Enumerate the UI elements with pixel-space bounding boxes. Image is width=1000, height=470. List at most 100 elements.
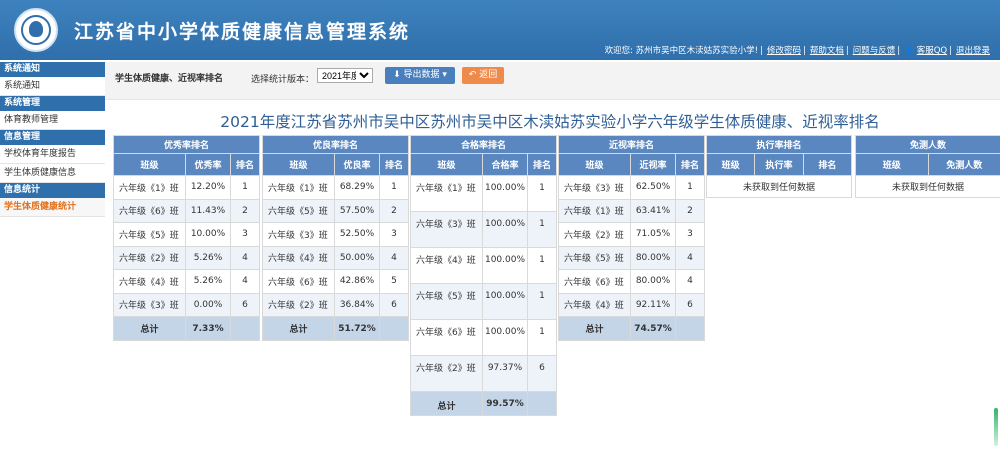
table-cell: 71.05% [630,222,676,247]
sidebar-item-teachers[interactable]: 体育教师管理 [0,111,105,130]
sidebar-item-health-info[interactable]: 学生体质健康信息 [0,164,105,183]
column-header: 班级 [855,153,929,176]
table-title: 优秀率排名 [112,135,261,154]
table-cell: 100.00% [482,211,528,248]
export-button[interactable]: ⬇ 导出数据 ▾ [385,67,455,84]
empty-row: 未获取到任何数据 [855,175,1000,198]
logout-link[interactable]: 退出登录 [956,46,990,56]
table-cell: 92.11% [630,292,676,317]
column-header: 近视率 [630,153,676,176]
sidebar-section-info[interactable]: 信息管理 [0,130,105,145]
change-password-link[interactable]: 修改密码 [767,46,801,56]
table-title: 执行率排名 [706,135,852,154]
table-cell: 12.20% [185,175,231,200]
table-cell: 六年级《1》班 [113,175,186,200]
help-doc-link[interactable]: 帮助文档 [810,46,844,56]
table-cell: 六年级《4》班 [262,245,335,270]
version-label: 选择统计版本： [251,75,315,85]
table-cell: 六年级《3》班 [558,175,631,200]
table-cell: 六年级《5》班 [558,245,631,270]
table-row: 六年级《2》班 71.05% 3 [558,222,706,247]
table-cell: 50.00% [334,245,380,270]
table-cell: 1 [674,175,706,200]
table-cell: 57.50% [334,198,380,223]
table-cell: 52.50% [334,222,380,247]
table-row: 六年级《1》班 100.00% 1 [410,175,558,212]
sidebar-item-notice[interactable]: 系统通知 [0,77,105,96]
column-header: 合格率 [482,153,528,176]
table-row: 六年级《1》班 12.20% 1 [113,175,261,200]
table-title: 合格率排名 [409,135,558,154]
column-header: 免测人数 [927,153,1000,176]
sidebar-section-notice[interactable]: 系统通知 [0,62,105,77]
scrollbar[interactable] [994,408,998,446]
table-cell: 六年级《1》班 [262,175,335,200]
table-row: 六年级《2》班 97.37% 6 [410,355,558,392]
table-row: 六年级《4》班 92.11% 6 [558,292,706,317]
total-label: 总计 [262,316,335,341]
app-header: 江苏省中小学体质健康信息管理系统 欢迎您: 苏州市吴中区木渎姑苏实验小学! | 修改… [0,0,1000,60]
column-header: 排名 [802,153,853,176]
sidebar-section-stats[interactable]: 信息统计 [0,183,105,198]
download-icon: ⬇ [393,70,401,80]
table-pass-rate: 合格率排名 班级 合格率 排名 六年级《1》班 100.00% 1 六年级《3》班 100.00… [409,135,558,416]
column-header: 班级 [410,153,483,176]
column-header: 排名 [229,153,261,176]
table-row: 六年级《4》班 100.00% 1 [410,247,558,284]
table-row: 六年级《6》班 42.86% 5 [262,269,410,294]
table-cell: 六年级《3》班 [113,292,186,317]
table-cell: 97.37% [482,355,528,392]
table-cell: 六年级《2》班 [410,355,483,392]
total-row: 总计 99.57% [410,391,558,416]
table-cell: 6 [229,292,261,317]
table-cell: 36.84% [334,292,380,317]
total-row: 总计 7.33% [113,316,261,341]
table-execution-rate: 执行率排名 班级 执行率 排名 未获取到任何数据 [705,135,853,198]
table-row: 六年级《5》班 80.00% 4 [558,245,706,270]
table-cell: 0.00% [185,292,231,317]
table-cell: 4 [229,245,261,270]
total-value: 51.72% [334,316,380,341]
table-row: 六年级《3》班 52.50% 3 [262,222,410,247]
empty-message: 未获取到任何数据 [706,175,852,198]
version-select[interactable]: 2021年度 [317,68,373,83]
table-cell: 6 [526,355,558,392]
table-row: 六年级《2》班 36.84% 6 [262,292,410,317]
table-cell: 100.00% [482,247,528,284]
total-value: 99.57% [482,391,528,416]
table-cell: 62.50% [630,175,676,200]
table-cell: 六年级《4》班 [410,247,483,284]
table-cell: 1 [526,175,558,212]
table-cell: 3 [378,222,410,247]
table-cell: 11.43% [185,198,231,223]
table-cell: 2 [229,198,261,223]
table-cell: 1 [526,211,558,248]
service-qq-link[interactable]: 客服QQ [917,46,947,56]
column-header: 优秀率 [185,153,231,176]
feedback-link[interactable]: 问题与反馈 [853,46,896,56]
total-label: 总计 [113,316,186,341]
table-row: 六年级《6》班 11.43% 2 [113,198,261,223]
total-label: 总计 [558,316,631,341]
sidebar-item-health-stats[interactable]: 学生体质健康统计 [0,198,105,217]
sidebar-item-annual-report[interactable]: 学校体育年度报告 [0,145,105,164]
back-button[interactable]: ↶ 返回 [462,67,504,84]
table-cell: 42.86% [334,269,380,294]
sidebar-section-system[interactable]: 系统管理 [0,96,105,111]
table-cell: 2 [674,198,706,223]
table-cell: 63.41% [630,198,676,223]
table-cell: 1 [229,175,261,200]
table-cell: 2 [378,198,410,223]
table-cell: 80.00% [630,245,676,270]
column-header: 班级 [705,153,756,176]
table-cell: 3 [674,222,706,247]
table-row: 六年级《2》班 5.26% 4 [113,245,261,270]
total-row: 总计 74.57% [558,316,706,341]
table-row: 六年级《4》班 5.26% 4 [113,269,261,294]
table-cell: 1 [378,175,410,200]
system-title: 江苏省中小学体质健康信息管理系统 [74,21,411,43]
logo-icon [14,8,58,52]
table-cell: 六年级《2》班 [558,222,631,247]
table-myopia-rate: 近视率排名 班级 近视率 排名 六年级《3》班 62.50% 1 六年级《1》班 63.41% 2… [557,135,706,341]
back-icon: ↶ [468,70,477,80]
